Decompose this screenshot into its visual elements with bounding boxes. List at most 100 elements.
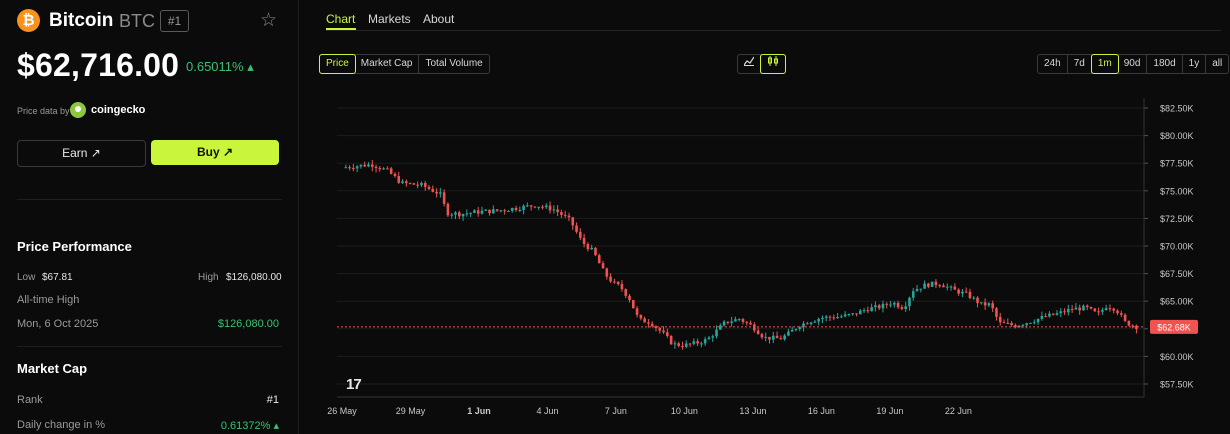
x-tick-label: 10 Jun	[671, 406, 698, 416]
metric-market-cap-button[interactable]: Market Cap	[355, 55, 420, 73]
candle-body	[563, 214, 567, 216]
candle-body	[510, 207, 514, 211]
candle-body	[643, 318, 646, 323]
candle-body	[968, 291, 972, 298]
candle-body	[405, 181, 408, 184]
candle-body	[915, 288, 919, 292]
candle-body	[382, 168, 385, 170]
range-24h-button[interactable]: 24h	[1038, 55, 1068, 73]
candle-body	[454, 212, 457, 215]
candle-body	[1116, 310, 1119, 314]
candle-body	[779, 338, 783, 340]
candle-body	[666, 332, 669, 337]
candle-body	[620, 284, 624, 290]
candle-body	[1059, 311, 1063, 314]
candle-body	[976, 297, 979, 304]
candle-body	[492, 209, 495, 214]
candle-body	[923, 283, 926, 289]
candle-body	[654, 326, 658, 328]
candle-body	[737, 319, 741, 321]
candle-body	[722, 321, 726, 326]
range-90d-button[interactable]: 90d	[1118, 55, 1148, 73]
candle-body	[930, 281, 934, 287]
line-chart-icon[interactable]	[738, 55, 761, 73]
candle-body	[870, 307, 873, 312]
candle-body	[495, 209, 499, 211]
candle-body	[1082, 305, 1085, 311]
price-candlestick-chart[interactable]: $82.50K $80.00K $77.50K $75.00K $72.50K $70.0…	[299, 92, 1230, 434]
candle-body	[1029, 322, 1032, 324]
candle-body	[1097, 311, 1100, 313]
candle-body	[631, 300, 635, 309]
range-all-button[interactable]: all	[1206, 55, 1228, 73]
candle-body	[783, 335, 786, 340]
candle-body	[624, 289, 628, 296]
candlestick-icon[interactable]	[760, 54, 786, 74]
range-1m-button[interactable]: 1m	[1090, 54, 1119, 74]
candle-body	[1104, 308, 1108, 310]
candle-body	[658, 327, 662, 331]
candle-body	[673, 343, 677, 345]
candle-body	[942, 285, 945, 288]
candle-body	[1044, 316, 1047, 318]
tab-markets[interactable]: Markets	[368, 12, 411, 26]
candle-body	[836, 316, 839, 319]
candle-body	[684, 343, 688, 347]
candle-body	[771, 335, 775, 340]
candle-body	[571, 217, 575, 226]
candle-body	[556, 209, 559, 213]
candle-body	[427, 186, 431, 189]
candle-body	[582, 237, 586, 244]
candle-body	[484, 209, 488, 211]
candle-body	[1120, 313, 1123, 315]
coingecko-logo-icon[interactable]	[70, 102, 86, 118]
metric-total-volume-button[interactable]: Total Volume	[419, 55, 488, 73]
candle-body	[677, 343, 680, 346]
y-tick-label: $75.00K	[1160, 186, 1194, 196]
candle-body	[518, 209, 522, 211]
candle-body	[548, 205, 552, 211]
candle-body	[741, 319, 745, 322]
candle-body	[594, 247, 597, 256]
candle-body	[821, 317, 824, 319]
candle-body	[1074, 307, 1078, 310]
low-label: Low	[17, 272, 36, 283]
rank-label: Rank	[17, 394, 43, 406]
earn-button[interactable]: Earn ↗	[17, 140, 146, 167]
candle-body	[616, 281, 620, 285]
tab-chart[interactable]: Chart	[326, 12, 355, 26]
coin-summary-panel: ₿ Bitcoin BTC #1 ☆ $62,716.00 0.65011% ▴…	[0, 0, 299, 434]
buy-button[interactable]: Buy ↗	[151, 140, 279, 165]
range-180d-button[interactable]: 180d	[1147, 55, 1183, 73]
candle-body	[435, 191, 438, 194]
metric-price-button[interactable]: Price	[319, 54, 356, 74]
range-7d-button[interactable]: 7d	[1068, 55, 1092, 73]
candle-body	[352, 168, 355, 170]
candle-body	[1093, 308, 1097, 312]
candle-body	[647, 322, 650, 324]
candle-body	[552, 209, 556, 211]
range-1y-button[interactable]: 1y	[1183, 55, 1207, 73]
coingecko-link[interactable]: coingecko	[91, 104, 145, 116]
candle-body	[790, 329, 794, 332]
star-icon[interactable]: ☆	[260, 9, 277, 32]
candle-body	[995, 308, 998, 317]
candle-body	[450, 214, 454, 216]
candle-body	[1002, 322, 1006, 324]
candle-body	[465, 213, 469, 215]
candle-body	[1006, 322, 1010, 324]
candle-body	[526, 205, 529, 207]
coin-name: Bitcoin	[49, 10, 114, 31]
candle-body	[768, 336, 771, 340]
candle-body	[957, 289, 960, 294]
candle-body	[753, 324, 756, 331]
candle-body	[1123, 314, 1127, 321]
x-tick-label: 19 Jun	[876, 406, 903, 416]
candle-body	[567, 215, 571, 218]
candle-body	[420, 182, 423, 186]
candle-body	[893, 302, 896, 305]
candle-body	[824, 316, 828, 318]
candle-body	[378, 167, 382, 170]
tab-about[interactable]: About	[423, 12, 454, 26]
y-tick-label: $70.00K	[1160, 242, 1194, 252]
